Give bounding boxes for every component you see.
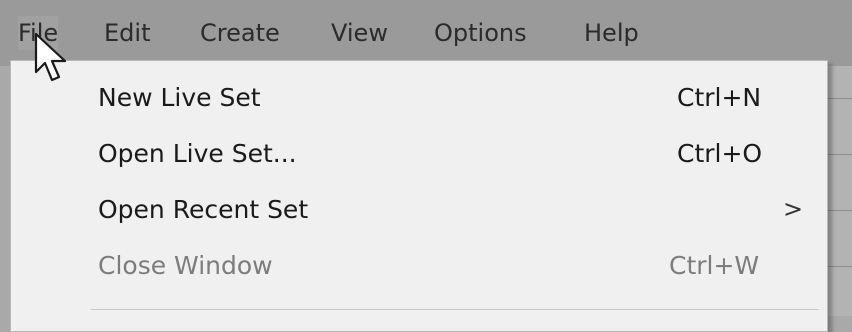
menu-view[interactable]: View [331,16,388,50]
menu-edit[interactable]: Edit [104,16,150,50]
app-background-right [826,66,852,316]
menu-separator [91,309,819,310]
menu-item-label: Open Recent Set [98,195,309,224]
mouse-pointer-icon [34,32,67,82]
menu-item-new-live-set[interactable]: New Live Set Ctrl+N [11,73,827,129]
app-background-divider [826,154,852,155]
app-background-divider [826,210,852,211]
app-background-left [0,66,10,316]
menu-item-shortcut: Ctrl+W [669,251,760,280]
menu-item-shortcut: Ctrl+O [677,139,763,168]
menu-item-open-recent-set[interactable]: Open Recent Set > [11,185,827,241]
file-menu-dropdown: New Live Set Ctrl+N Open Live Set... Ctr… [10,60,828,332]
chevron-right-icon: > [783,195,804,223]
menu-item-label: Open Live Set... [98,139,297,168]
menu-help[interactable]: Help [584,16,639,50]
menu-create[interactable]: Create [200,16,280,50]
app-background-divider [826,266,852,267]
app-background-divider [826,98,852,99]
menu-item-label: Close Window [98,251,273,280]
menu-item-close-window[interactable]: Close Window Ctrl+W [11,241,827,297]
menu-options[interactable]: Options [434,16,527,50]
menu-item-label: New Live Set [98,83,261,112]
menu-item-shortcut: Ctrl+N [677,83,762,112]
menu-bar: File Edit Create View Options Help [0,0,852,67]
menu-item-open-live-set[interactable]: Open Live Set... Ctrl+O [11,129,827,185]
